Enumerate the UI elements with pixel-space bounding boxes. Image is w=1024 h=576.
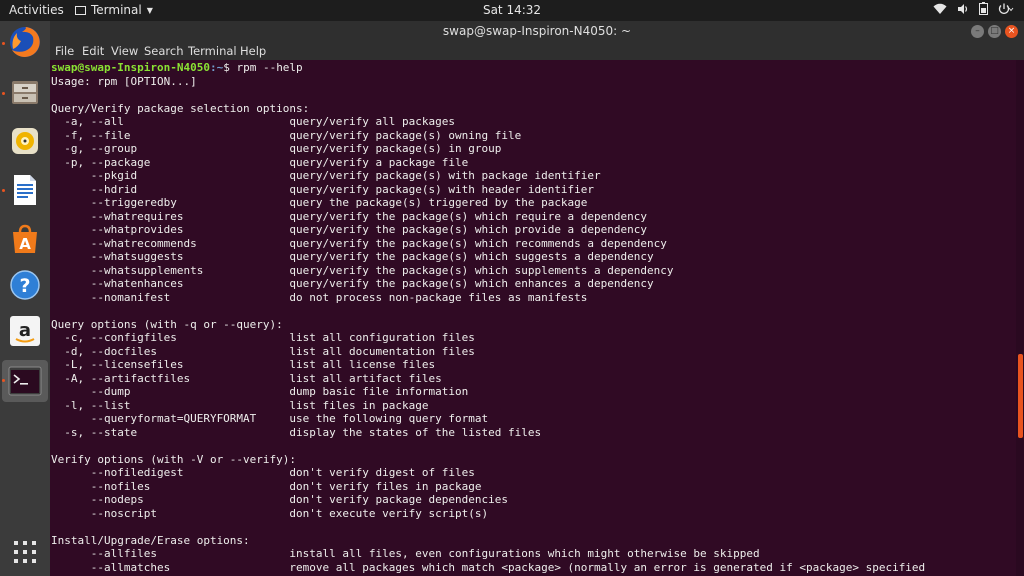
volume-icon[interactable] xyxy=(957,3,969,15)
menu-edit[interactable]: Edit xyxy=(82,44,104,58)
output-line: --whatenhances query/verify the package(… xyxy=(51,277,654,290)
top-panel: Activities Terminal ▼ Sat 14:32 xyxy=(0,0,1024,21)
menu-search[interactable]: Search xyxy=(144,44,184,58)
output-line: -a, --all query/verify all packages xyxy=(51,115,455,128)
scrollbar-thumb[interactable] xyxy=(1018,354,1023,438)
menu-help[interactable]: Help xyxy=(240,44,266,58)
output-line: --whatsupplements query/verify the packa… xyxy=(51,263,674,277)
output-line: --whatrecommends query/verify the packag… xyxy=(51,236,667,250)
terminal-lines: swap@swap-Inspiron-N4050:~$ rpm --help U… xyxy=(51,61,925,574)
help-icon[interactable]: ? xyxy=(7,267,43,303)
prompt-line: swap@swap-Inspiron-N4050:~$ rpm --help xyxy=(51,61,925,75)
output-line: Verify options (with -V or --verify): xyxy=(51,452,297,466)
firefox-icon[interactable] xyxy=(7,24,43,60)
clock[interactable]: Sat 14:32 xyxy=(0,3,1024,17)
running-indicator xyxy=(2,42,5,45)
app-menu[interactable]: Terminal ▼ xyxy=(75,3,153,17)
output-line: -p, --package query/verify a package fil… xyxy=(51,155,469,169)
chevron-down-icon: ▼ xyxy=(146,5,153,15)
output-line: --triggeredby query the package(s) trigg… xyxy=(51,196,588,209)
output-line: -s, --state display the states of the li… xyxy=(51,425,542,439)
minimize-icon[interactable]: – xyxy=(971,25,984,38)
output-line: --nodeps don't verify package dependenci… xyxy=(51,493,508,506)
activities-button[interactable]: Activities xyxy=(9,3,64,17)
output-line: --dump dump basic file information xyxy=(51,385,469,398)
running-indicator xyxy=(2,379,5,382)
terminal-app-icon xyxy=(75,5,86,15)
app-menu-label: Terminal xyxy=(91,3,142,17)
command-text: rpm --help xyxy=(236,61,303,74)
output-line: --whatsuggests query/verify the package(… xyxy=(51,250,654,263)
battery-icon[interactable] xyxy=(979,2,988,15)
output-line: -L, --licensefiles list all license file… xyxy=(51,358,436,371)
menu-terminal[interactable]: Terminal xyxy=(188,44,237,58)
close-icon[interactable]: × xyxy=(1005,25,1018,38)
output-line: --hdrid query/verify package(s) with hea… xyxy=(51,182,595,196)
wifi-icon[interactable] xyxy=(933,3,947,15)
output-line: -d, --docfiles list all documentation fi… xyxy=(51,344,475,358)
output-line: Usage: rpm [OPTION...] xyxy=(51,74,197,88)
rhythmbox-icon[interactable] xyxy=(7,123,43,159)
terminal-scrollbar[interactable] xyxy=(1016,60,1024,576)
output-line: -c, --configfiles list all configuration… xyxy=(51,331,475,344)
output-line: Install/Upgrade/Erase options: xyxy=(51,533,250,547)
output-line: --queryformat=QUERYFORMAT use the follow… xyxy=(51,412,489,425)
terminal-icon[interactable] xyxy=(2,360,48,402)
amazon-icon[interactable]: a xyxy=(7,313,43,349)
output-line: --pkgid query/verify package(s) with pac… xyxy=(51,169,601,182)
output-line: Query options (with -q or --query): xyxy=(51,317,283,331)
prompt-path: :~ xyxy=(209,61,224,74)
output-line: -l, --list list files in package xyxy=(51,398,429,412)
menu-file[interactable]: File xyxy=(55,44,74,58)
output-line: --allmatches remove all packages which m… xyxy=(51,560,926,574)
svg-text:?: ? xyxy=(19,275,30,297)
output-line: --allfiles install all files, even confi… xyxy=(51,547,760,560)
output-line: --noscript don't execute verify script(s… xyxy=(51,506,489,520)
ubuntu-software-icon[interactable]: A xyxy=(7,221,43,257)
output-line: --whatrequires query/verify the package(… xyxy=(51,209,648,223)
window-title: swap@swap-Inspiron-N4050: ~ xyxy=(442,24,632,38)
output-line: -f, --file query/verify package(s) ownin… xyxy=(51,128,522,142)
terminal-output[interactable]: swap@swap-Inspiron-N4050:~$ rpm --help U… xyxy=(50,60,1016,576)
prompt-symbol: $ xyxy=(223,61,237,74)
output-line: --nomanifest do not process non-package … xyxy=(51,290,588,304)
system-tray[interactable] xyxy=(933,2,1014,15)
svg-text:a: a xyxy=(19,320,31,341)
svg-text:A: A xyxy=(19,235,31,253)
menu-view[interactable]: View xyxy=(111,44,138,58)
dock: A ? a xyxy=(0,21,50,576)
window-titlebar[interactable]: swap@swap-Inspiron-N4050: ~ – □ × xyxy=(50,21,1024,42)
show-applications-icon[interactable] xyxy=(7,534,43,570)
output-line: --nofiles don't verify files in package xyxy=(51,479,482,493)
prompt-user: swap@swap-Inspiron-N4050 xyxy=(51,61,210,74)
output-line: -g, --group query/verify package(s) in g… xyxy=(51,142,502,155)
running-indicator xyxy=(2,92,5,95)
output-line: -A, --artifactfiles list all artifact fi… xyxy=(51,371,442,385)
output-line: Query/Verify package selection options: xyxy=(51,101,310,115)
libreoffice-writer-icon[interactable] xyxy=(7,172,43,208)
running-indicator xyxy=(2,189,5,192)
files-icon[interactable] xyxy=(7,74,43,110)
output-line: --nofiledigest don't verify digest of fi… xyxy=(51,466,475,479)
power-menu-icon[interactable] xyxy=(998,3,1014,15)
maximize-icon[interactable]: □ xyxy=(988,25,1001,38)
output-line: --whatprovides query/verify the package(… xyxy=(51,223,648,236)
menu-bar: File Edit View Search Terminal Help xyxy=(50,42,1024,60)
